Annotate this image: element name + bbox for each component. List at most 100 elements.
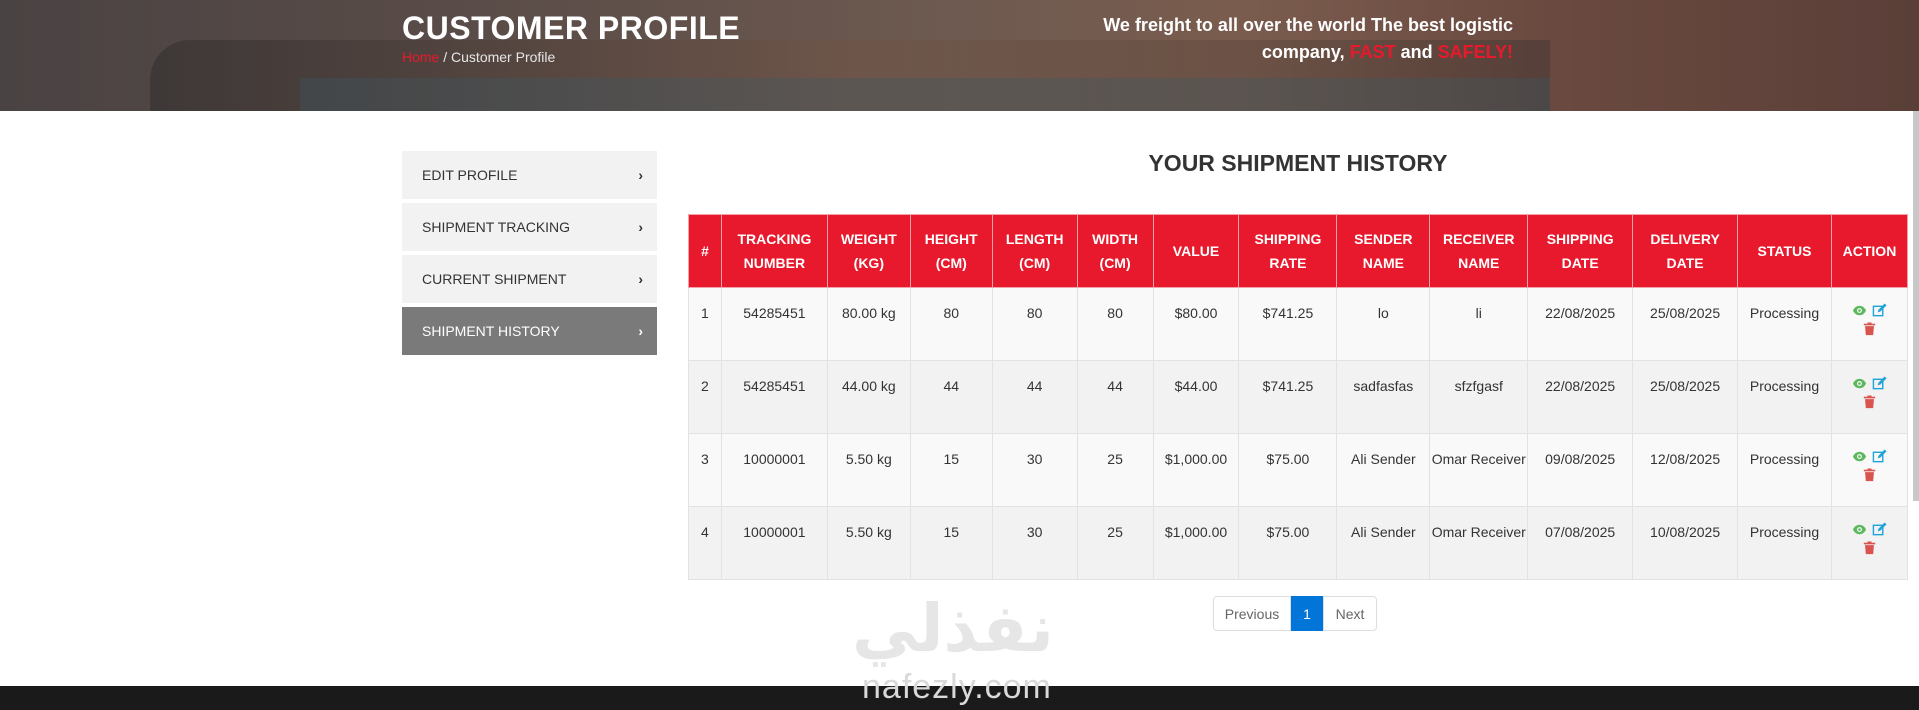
table-body: 1 54285451 80.00 kg 80 80 80 $80.00 $741.25 lo li… bbox=[688, 287, 1909, 580]
sidebar-item-shipment-history[interactable]: SHIPMENT HISTORY › bbox=[402, 307, 657, 355]
table-cell: 10/08/2025 bbox=[1632, 506, 1739, 580]
eye-icon[interactable] bbox=[1851, 447, 1867, 463]
page-scrollbar[interactable] bbox=[1913, 111, 1919, 501]
table-header-cell: SENDER NAME bbox=[1336, 214, 1431, 288]
table-cell: 07/08/2025 bbox=[1527, 506, 1634, 580]
table-cell: li bbox=[1429, 287, 1529, 361]
table-cell: $75.00 bbox=[1238, 506, 1338, 580]
table-cell: 25/08/2025 bbox=[1632, 287, 1739, 361]
table-cell-actions bbox=[1830, 433, 1909, 507]
table-header-cell: SHIPPING RATE bbox=[1238, 214, 1338, 288]
sidebar-item-current-shipment[interactable]: CURRENT SHIPMENT › bbox=[402, 255, 657, 303]
table-cell: Ali Sender bbox=[1336, 433, 1431, 507]
eye-icon[interactable] bbox=[1851, 301, 1867, 317]
edit-icon[interactable] bbox=[1871, 301, 1887, 317]
table-cell: 22/08/2025 bbox=[1527, 360, 1634, 434]
table-row: 3 10000001 5.50 kg 15 30 25 $1,000.00 $75.00 Ali… bbox=[688, 433, 1909, 507]
table-row: 4 10000001 5.50 kg 15 30 25 $1,000.00 $75.00 Ali… bbox=[688, 506, 1909, 580]
breadcrumb-home-link[interactable]: Home bbox=[402, 49, 439, 65]
table-header-row: # TRACKING NUMBER WEIGHT (KG) HEIGHT (CM) LE… bbox=[688, 214, 1909, 288]
table-cell: 44 bbox=[991, 360, 1078, 434]
table-cell-actions bbox=[1830, 360, 1909, 434]
table-cell: 80 bbox=[909, 287, 993, 361]
chevron-right-icon: › bbox=[638, 219, 643, 235]
table-cell: 12/08/2025 bbox=[1632, 433, 1739, 507]
table-cell: $44.00 bbox=[1152, 360, 1240, 434]
table-cell: 5.50 kg bbox=[826, 506, 911, 580]
table-cell: $741.25 bbox=[1238, 360, 1338, 434]
tagline: We freight to all over the world The bes… bbox=[1093, 12, 1513, 66]
table-cell-actions bbox=[1830, 506, 1909, 580]
pagination-page-1[interactable]: 1 bbox=[1291, 596, 1323, 631]
breadcrumb-current: Customer Profile bbox=[451, 49, 556, 65]
table-cell: 30 bbox=[991, 506, 1078, 580]
table-cell: Omar Receiver bbox=[1429, 506, 1529, 580]
pagination-previous-button[interactable]: Previous bbox=[1213, 596, 1291, 631]
table-cell: 80 bbox=[1076, 287, 1154, 361]
table-cell: 15 bbox=[909, 433, 993, 507]
table-cell: 80.00 kg bbox=[826, 287, 911, 361]
table-cell: 25/08/2025 bbox=[1632, 360, 1739, 434]
edit-icon[interactable] bbox=[1871, 374, 1887, 390]
table-header-cell: RECEIVER NAME bbox=[1429, 214, 1529, 288]
sidebar-item-edit-profile[interactable]: EDIT PROFILE › bbox=[402, 151, 657, 199]
table-cell: Processing bbox=[1737, 433, 1832, 507]
table-cell: 44.00 kg bbox=[826, 360, 911, 434]
table-cell: sfzfgasf bbox=[1429, 360, 1529, 434]
table-cell: Processing bbox=[1737, 506, 1832, 580]
table-header-cell: STATUS bbox=[1737, 214, 1832, 288]
sidebar-item-label: CURRENT SHIPMENT bbox=[422, 271, 567, 287]
edit-icon[interactable] bbox=[1871, 520, 1887, 536]
tagline-fast: FAST bbox=[1349, 42, 1396, 62]
table-cell: 10000001 bbox=[720, 433, 828, 507]
table-cell: Processing bbox=[1737, 287, 1832, 361]
table-cell: 4 bbox=[688, 506, 722, 580]
table-cell: $741.25 bbox=[1238, 287, 1338, 361]
table-cell: 10000001 bbox=[720, 506, 828, 580]
sidebar-item-label: SHIPMENT TRACKING bbox=[422, 219, 571, 235]
table-cell: Ali Sender bbox=[1336, 506, 1431, 580]
table-cell: Omar Receiver bbox=[1429, 433, 1529, 507]
eye-icon[interactable] bbox=[1851, 520, 1867, 536]
trash-icon[interactable] bbox=[1861, 538, 1877, 555]
table-cell: 25 bbox=[1076, 433, 1154, 507]
table-header-cell: HEIGHT (CM) bbox=[909, 214, 993, 288]
page-title: CUSTOMER PROFILE bbox=[402, 10, 741, 46]
table-cell: 30 bbox=[991, 433, 1078, 507]
table-cell: 54285451 bbox=[720, 287, 828, 361]
table-cell: 09/08/2025 bbox=[1527, 433, 1634, 507]
table-cell: 3 bbox=[688, 433, 722, 507]
table-cell: 44 bbox=[909, 360, 993, 434]
pagination: Previous 1 Next bbox=[1213, 596, 1377, 631]
trash-icon[interactable] bbox=[1861, 392, 1877, 409]
table-header-cell: VALUE bbox=[1152, 214, 1240, 288]
chevron-right-icon: › bbox=[638, 323, 643, 339]
table-cell: 5.50 kg bbox=[826, 433, 911, 507]
table-cell: $75.00 bbox=[1238, 433, 1338, 507]
table-cell: 15 bbox=[909, 506, 993, 580]
trash-icon[interactable] bbox=[1861, 465, 1877, 482]
tagline-and: and bbox=[1395, 42, 1438, 62]
table-cell: Processing bbox=[1737, 360, 1832, 434]
table-cell: 1 bbox=[688, 287, 722, 361]
table-header-cell: WEIGHT (KG) bbox=[826, 214, 911, 288]
trash-icon[interactable] bbox=[1861, 319, 1877, 336]
tagline-safely: SAFELY! bbox=[1437, 42, 1513, 62]
pagination-next-button[interactable]: Next bbox=[1323, 596, 1377, 631]
breadcrumb-separator: / bbox=[439, 49, 452, 65]
table-cell: sadfasfas bbox=[1336, 360, 1431, 434]
eye-icon[interactable] bbox=[1851, 374, 1867, 390]
sidebar-item-label: SHIPMENT HISTORY bbox=[422, 323, 560, 339]
sidebar-item-shipment-tracking[interactable]: SHIPMENT TRACKING › bbox=[402, 203, 657, 251]
table-cell-actions bbox=[1830, 287, 1909, 361]
sidebar-item-label: EDIT PROFILE bbox=[422, 167, 518, 183]
table-row: 2 54285451 44.00 kg 44 44 44 $44.00 $741.25 sadf… bbox=[688, 360, 1909, 434]
edit-icon[interactable] bbox=[1871, 447, 1887, 463]
profile-sidebar: EDIT PROFILE › SHIPMENT TRACKING › CURRE… bbox=[402, 151, 657, 359]
chevron-right-icon: › bbox=[638, 271, 643, 287]
table-header-cell: TRACKING NUMBER bbox=[720, 214, 828, 288]
table-header-cell: # bbox=[688, 214, 722, 288]
watermark-arabic: نفذلي bbox=[852, 590, 1054, 667]
table-cell: 44 bbox=[1076, 360, 1154, 434]
table-cell: 54285451 bbox=[720, 360, 828, 434]
